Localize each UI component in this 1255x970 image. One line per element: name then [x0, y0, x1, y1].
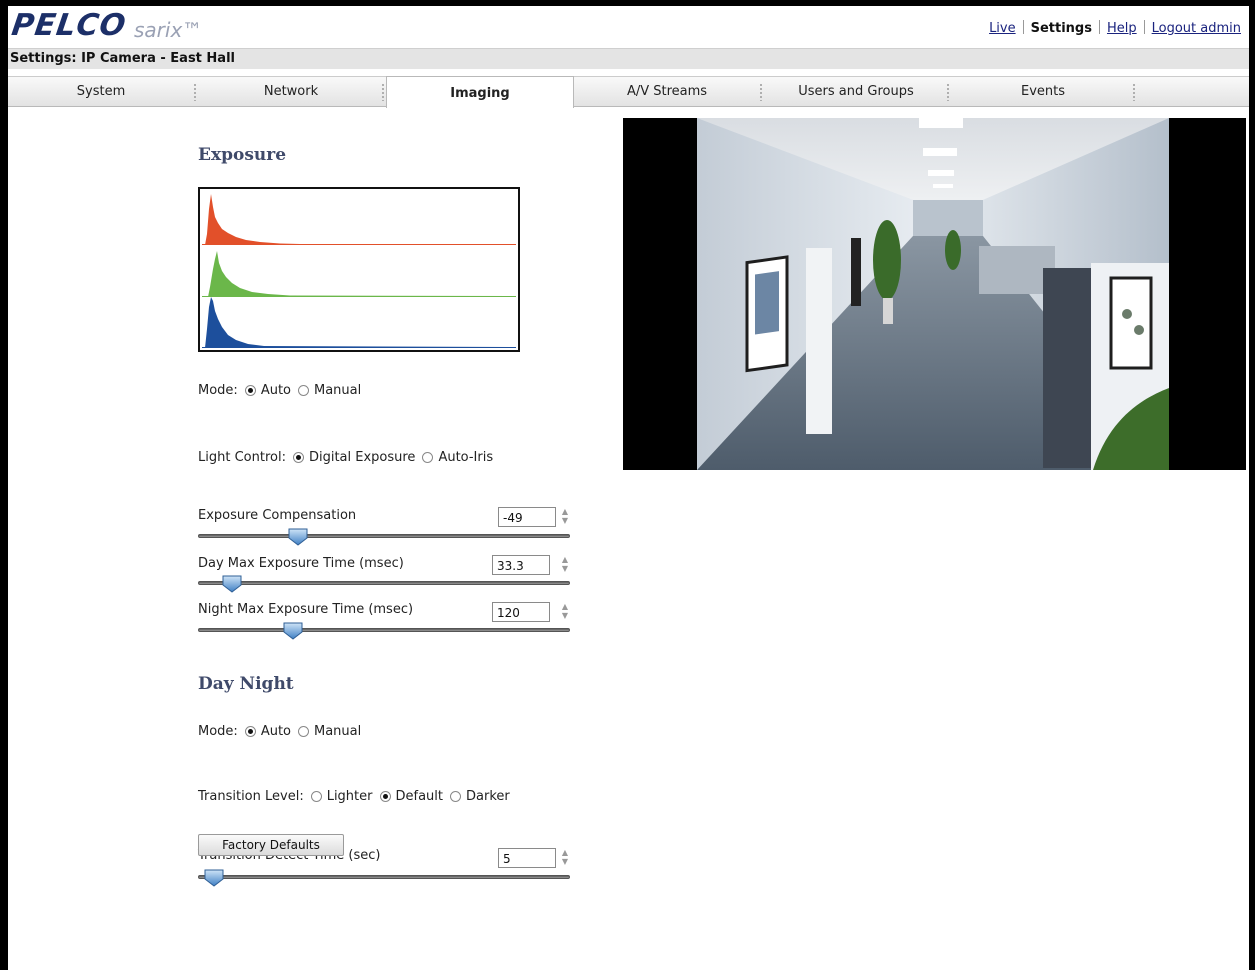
- exposure-mode-manual-label: Manual: [314, 383, 362, 398]
- exposure-mode-row: Mode: Auto Manual: [198, 383, 361, 398]
- night-max-exposure-spin-arrows-icon[interactable]: ▲ ▼: [560, 602, 570, 622]
- day-max-exposure-label: Day Max Exposure Time (msec): [198, 556, 404, 571]
- logout-link[interactable]: Logout admin: [1152, 21, 1241, 36]
- tab-av-streams[interactable]: A/V Streams: [574, 77, 760, 106]
- day-night-mode-manual-label: Manual: [314, 724, 362, 739]
- day-night-section-title: Day Night: [198, 674, 294, 694]
- histogram-graphic: [202, 194, 516, 348]
- live-link[interactable]: Live: [989, 21, 1016, 36]
- digital-exposure-label: Digital Exposure: [308, 450, 416, 465]
- histogram-red-channel: [202, 194, 516, 245]
- transition-default-radio[interactable]: [379, 791, 391, 802]
- exposure-compensation-input[interactable]: -49: [498, 507, 556, 527]
- exposure-compensation-label: Exposure Compensation: [198, 508, 357, 523]
- exposure-section-title: Exposure: [198, 145, 287, 165]
- tab-grip: [760, 83, 762, 101]
- camera-preview: [623, 118, 1246, 470]
- exposure-mode-auto-label: Auto: [260, 383, 291, 398]
- tab-grip: [1133, 83, 1135, 101]
- exposure-histogram: [198, 187, 520, 352]
- exposure-mode-label: Mode:: [198, 383, 238, 398]
- exposure-mode-manual-radio[interactable]: [298, 385, 309, 396]
- day-night-mode-auto-radio[interactable]: [244, 726, 256, 737]
- tab-network[interactable]: Network: [197, 77, 385, 106]
- tab-grip: [947, 83, 949, 101]
- exposure-compensation-slider-thumb-icon[interactable]: [288, 528, 308, 546]
- histogram-green-channel: [202, 251, 516, 297]
- light-control-row: Light Control: Digital Exposure Auto-Iri…: [198, 450, 493, 465]
- settings-link[interactable]: Settings: [1031, 21, 1092, 36]
- window-frame-right: [1249, 0, 1255, 970]
- camera-preview-image: [623, 118, 1246, 470]
- help-link[interactable]: Help: [1107, 21, 1137, 36]
- day-max-exposure-slider-thumb-icon[interactable]: [222, 575, 242, 593]
- transition-detect-time-spin-arrows-icon[interactable]: ▲ ▼: [560, 848, 570, 868]
- day-max-exposure-input[interactable]: 33.3: [492, 555, 550, 575]
- page-title-bar: Settings: IP Camera - East Hall: [8, 48, 1249, 69]
- page-title: Settings: IP Camera - East Hall: [10, 51, 235, 66]
- transition-level-label: Transition Level:: [198, 789, 304, 804]
- night-max-exposure-slider-thumb-icon[interactable]: [283, 622, 303, 640]
- histogram-blue-channel: [202, 297, 516, 348]
- day-night-mode-manual-radio[interactable]: [298, 726, 309, 737]
- exposure-compensation-spin-arrows-icon[interactable]: ▲ ▼: [560, 507, 570, 527]
- exposure-compensation-slider-track[interactable]: [198, 534, 570, 538]
- logo-product: sarix™: [134, 18, 203, 42]
- light-control-label: Light Control:: [198, 450, 286, 465]
- top-nav: Live Settings Help Logout admin: [989, 20, 1241, 36]
- transition-darker-radio[interactable]: [450, 791, 461, 802]
- tab-grip: [194, 83, 196, 101]
- day-night-mode-auto-label: Auto: [260, 724, 291, 739]
- digital-exposure-radio[interactable]: [292, 452, 304, 463]
- day-max-exposure-spin-arrows-icon[interactable]: ▲ ▼: [560, 555, 570, 575]
- tab-grip: [382, 83, 384, 101]
- window-frame-left: [0, 0, 8, 970]
- nav-separator: [1098, 20, 1100, 34]
- transition-darker-label: Darker: [466, 789, 510, 804]
- factory-defaults-button[interactable]: Factory Defaults: [198, 834, 344, 856]
- day-night-mode-row: Mode: Auto Manual: [198, 724, 361, 739]
- day-night-mode-label: Mode:: [198, 724, 238, 739]
- header: PELCO sarix™ Live Settings Help Logout admi…: [8, 6, 1249, 48]
- transition-lighter-radio[interactable]: [310, 791, 322, 802]
- tab-users-and-groups[interactable]: Users and Groups: [763, 77, 949, 106]
- exposure-mode-auto-radio[interactable]: [244, 385, 256, 396]
- logo-brand: PELCO: [9, 8, 129, 43]
- tab-bar: System Network Imaging A/V Streams Users…: [8, 76, 1249, 108]
- nav-separator: [1022, 20, 1024, 34]
- auto-iris-label: Auto-Iris: [438, 450, 494, 465]
- night-max-exposure-input[interactable]: 120: [492, 602, 550, 622]
- night-max-exposure-label: Night Max Exposure Time (msec): [198, 602, 414, 617]
- transition-lighter-label: Lighter: [326, 789, 373, 804]
- nav-separator: [1143, 20, 1145, 34]
- transition-detect-time-input[interactable]: 5: [498, 848, 556, 868]
- auto-iris-radio[interactable]: [422, 452, 434, 463]
- transition-default-label: Default: [395, 789, 444, 804]
- night-max-exposure-slider-track[interactable]: [198, 628, 570, 632]
- tab-imaging[interactable]: Imaging: [386, 76, 574, 108]
- transition-level-row: Transition Level: Lighter Default Darker: [198, 789, 510, 804]
- transition-detect-time-slider-thumb-icon[interactable]: [204, 869, 224, 887]
- day-max-exposure-slider-track[interactable]: [198, 581, 570, 585]
- tab-events[interactable]: Events: [950, 77, 1136, 106]
- tab-system[interactable]: System: [8, 77, 194, 106]
- transition-detect-time-slider-track[interactable]: [198, 875, 570, 879]
